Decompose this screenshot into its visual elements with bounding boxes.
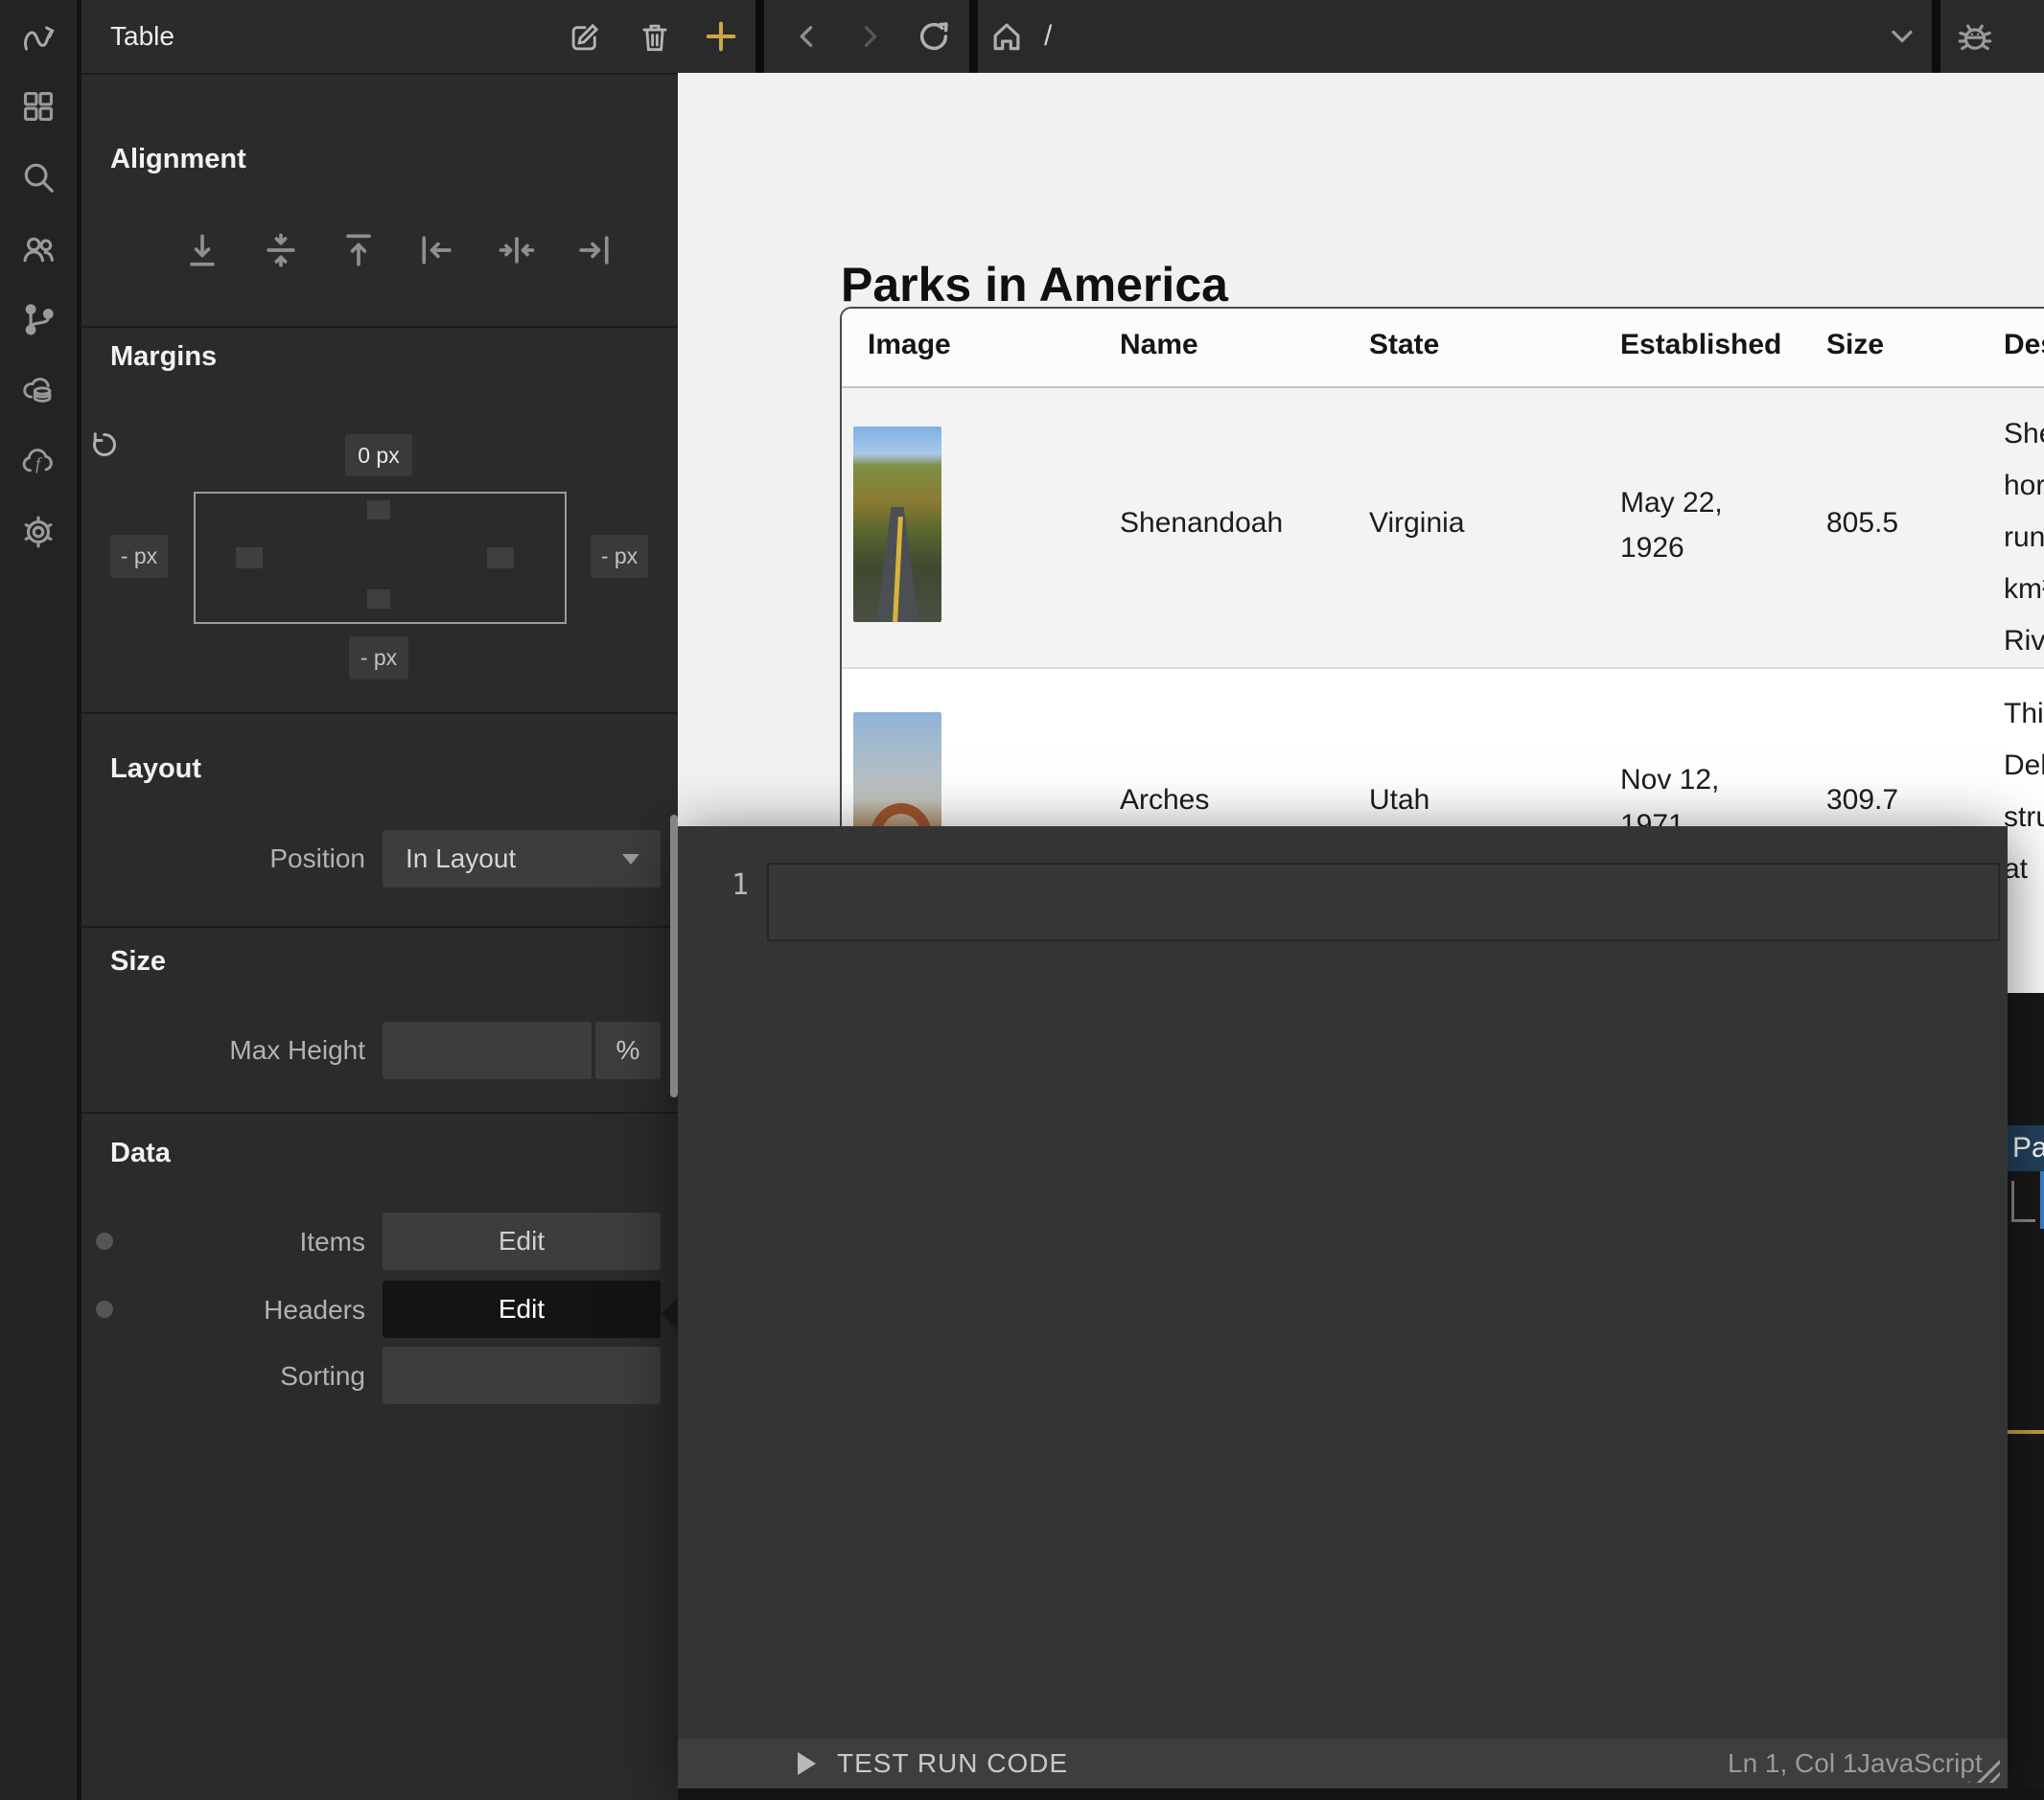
divider: [81, 712, 678, 714]
popover-caret: [661, 1298, 678, 1330]
editor-bottom-bar: TEST RUN CODE Ln 1, Col 1 JavaScript: [678, 1739, 2008, 1788]
divider: [81, 326, 678, 328]
divider: [81, 926, 678, 928]
cell-name: Shenandoah: [1120, 507, 1283, 540]
margin-right-handle[interactable]: [487, 547, 514, 568]
cell-state: Virginia: [1369, 507, 1465, 540]
layout-heading: Layout: [110, 753, 201, 785]
delete-component-icon[interactable]: [637, 19, 673, 56]
refresh-icon[interactable]: [900, 0, 967, 73]
cell-size: 805.5: [1826, 507, 1898, 540]
play-icon[interactable]: [798, 1752, 816, 1775]
cell-description: Thi Del stru at: [2004, 688, 2044, 895]
sorting-control[interactable]: [383, 1347, 661, 1404]
search-icon[interactable]: [0, 142, 77, 213]
align-bottom-icon[interactable]: [179, 227, 225, 273]
max-height-input[interactable]: [383, 1022, 592, 1079]
cloud-functions-icon[interactable]: f: [0, 426, 77, 496]
align-top-icon[interactable]: [336, 227, 382, 273]
cursor-position: Ln 1, Col 1: [1728, 1748, 1857, 1779]
settings-gear-icon[interactable]: [0, 496, 77, 567]
app-logo-icon[interactable]: [0, 0, 77, 71]
margins-heading: Margins: [110, 341, 217, 373]
svg-text:f: f: [35, 454, 42, 473]
cell-description: She hor run km² Riv: [2004, 408, 2044, 667]
chevron-down-icon[interactable]: [1869, 0, 1936, 73]
git-branch-icon[interactable]: [0, 284, 77, 355]
side-panel-header-fragment: Pa: [2008, 1125, 2044, 1171]
park-thumbnail-shenandoah: [853, 427, 941, 622]
max-height-label: Max Height: [110, 1035, 365, 1066]
sorting-label: Sorting: [110, 1361, 365, 1392]
binding-code-editor-popover: 1 TEST RUN CODE Ln 1, Col 1 JavaScript: [678, 826, 2008, 1788]
col-header-image: Image: [868, 329, 951, 361]
margin-bottom-value[interactable]: - px: [349, 636, 408, 680]
debug-bug-icon[interactable]: [1941, 0, 2009, 73]
side-panel-accent-fragment: [2040, 1171, 2044, 1229]
margin-top-value[interactable]: 0 px: [345, 434, 412, 476]
page-title: Parks in America: [841, 257, 1228, 312]
nav-back-icon[interactable]: [774, 0, 841, 73]
alignment-heading: Alignment: [110, 144, 246, 175]
position-select-value: In Layout: [406, 843, 516, 874]
side-panel-fragment: Pa: [2008, 993, 2044, 1800]
datasources-icon[interactable]: [0, 355, 77, 426]
test-run-code-button[interactable]: TEST RUN CODE: [837, 1748, 1068, 1779]
add-screen-button[interactable]: [687, 0, 755, 73]
margin-left-handle[interactable]: [236, 547, 263, 568]
screens-grid-icon[interactable]: [0, 71, 77, 142]
panel-scrollbar[interactable]: [670, 815, 678, 1097]
cell-established: May 22, 1926: [1620, 480, 1788, 570]
side-panel-divider-fragment: [2008, 1430, 2044, 1434]
chevron-down-icon: [622, 854, 639, 865]
data-heading: Data: [110, 1138, 171, 1169]
side-panel-bracket-fragment: [2011, 1181, 2035, 1222]
margin-bottom-handle[interactable]: [367, 589, 390, 609]
editor-language: JavaScript: [1857, 1748, 1983, 1779]
nav-forward-icon[interactable]: [836, 0, 903, 73]
align-center-icon[interactable]: [494, 227, 540, 273]
max-height-unit: %: [595, 1022, 661, 1079]
cell-state: Utah: [1369, 784, 1429, 817]
component-settings-panel: Table Alignment Margi: [81, 0, 678, 1800]
items-edit-button[interactable]: Edit: [383, 1212, 661, 1270]
cell-size: 309.7: [1826, 784, 1898, 817]
preview-toolbar: /: [678, 0, 2044, 73]
margins-diagram: [194, 492, 567, 624]
reset-margins-icon[interactable]: [87, 427, 122, 462]
align-left-icon[interactable]: [414, 227, 460, 273]
margin-right-value[interactable]: - px: [591, 535, 648, 578]
editor-code-input[interactable]: [767, 863, 2000, 941]
home-icon[interactable]: [973, 0, 1040, 73]
col-header-state: State: [1369, 329, 1439, 361]
users-icon[interactable]: [0, 213, 77, 284]
col-header-description: Des: [2004, 329, 2044, 361]
margin-left-value[interactable]: - px: [110, 535, 168, 578]
margin-top-handle[interactable]: [367, 500, 390, 519]
col-header-name: Name: [1120, 329, 1198, 361]
left-nav-rail: f: [0, 0, 77, 1800]
col-header-established: Established: [1620, 329, 1781, 361]
toolbar-divider: [755, 0, 764, 73]
edit-component-icon[interactable]: [567, 19, 603, 56]
size-heading: Size: [110, 946, 166, 978]
bottom-gap: [678, 1788, 2044, 1800]
editor-line-number: 1: [716, 868, 749, 902]
route-path[interactable]: /: [1044, 0, 1052, 73]
position-label: Position: [110, 843, 365, 874]
divider: [81, 73, 678, 75]
position-select[interactable]: In Layout: [383, 830, 661, 888]
headers-edit-button[interactable]: Edit: [383, 1281, 661, 1338]
divider: [81, 1112, 678, 1114]
panel-title: Table: [110, 21, 174, 52]
toolbar-divider: [1932, 0, 1940, 73]
col-header-size: Size: [1826, 329, 1884, 361]
cell-name: Arches: [1120, 784, 1209, 817]
align-right-icon[interactable]: [570, 227, 616, 273]
align-middle-icon[interactable]: [258, 227, 304, 273]
items-label: Items: [110, 1227, 365, 1258]
headers-label: Headers: [110, 1295, 365, 1326]
